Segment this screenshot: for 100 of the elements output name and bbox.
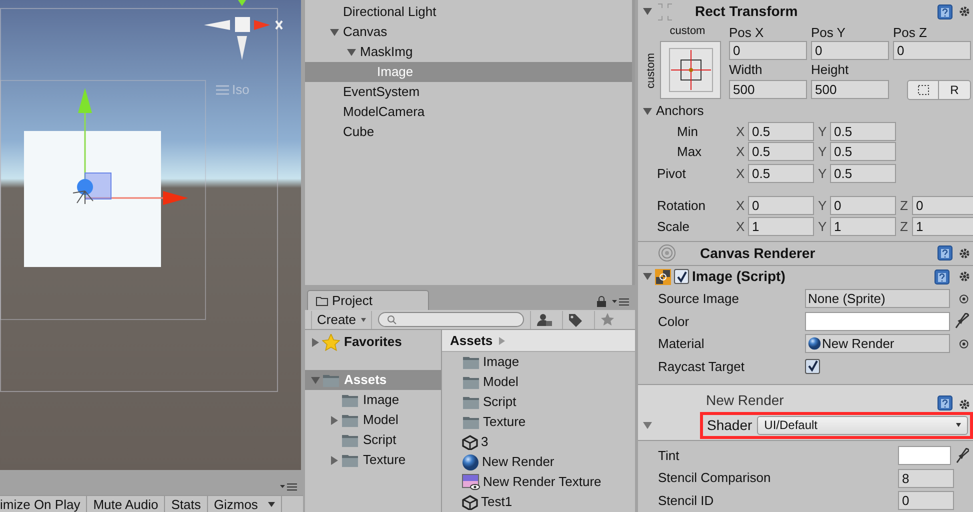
gear-icon bbox=[958, 270, 971, 284]
number-field[interactable]: 0.5 bbox=[748, 164, 814, 183]
number-field[interactable]: 0.5 bbox=[830, 164, 896, 183]
hierarchy-item[interactable]: ModelCamera bbox=[305, 102, 632, 122]
number-field[interactable]: 0 bbox=[811, 41, 889, 60]
dropdown-caret-icon bbox=[361, 318, 366, 322]
number-field[interactable]: 0 bbox=[729, 41, 807, 60]
image-eye-icon bbox=[462, 474, 480, 490]
color-swatch[interactable] bbox=[898, 446, 951, 466]
folder-icon bbox=[322, 372, 340, 388]
material-header[interactable]: New Render Shader UI/Default bbox=[638, 384, 973, 440]
number-field[interactable]: 0 bbox=[748, 196, 814, 216]
hierarchy-item[interactable]: EventSystem bbox=[305, 82, 632, 102]
dropdown-caret-icon bbox=[268, 502, 275, 506]
component-title: Image (Script) bbox=[692, 267, 786, 286]
number-field[interactable]: 0.5 bbox=[830, 142, 896, 161]
expanded-arrow-icon bbox=[643, 420, 652, 430]
panel-menu-icon bbox=[612, 298, 629, 306]
object-field[interactable]: None (Sprite) bbox=[805, 289, 950, 308]
number-field[interactable]: 0.5 bbox=[830, 122, 896, 142]
search-field[interactable] bbox=[378, 312, 524, 327]
breadcrumb-arrow-icon bbox=[498, 336, 505, 344]
asset-item[interactable]: New Render Texture bbox=[442, 472, 635, 492]
gear-icon bbox=[958, 246, 971, 260]
number-field[interactable]: 0.5 bbox=[748, 142, 814, 161]
axis-label: X bbox=[736, 197, 746, 216]
folder-tree-item[interactable]: Script bbox=[305, 430, 441, 450]
folder-tree-item[interactable]: Image bbox=[305, 390, 441, 410]
number-field[interactable]: 0 bbox=[912, 196, 973, 216]
folder-icon bbox=[462, 354, 480, 370]
create-button[interactable]: Create bbox=[311, 310, 372, 328]
component-title: Canvas Renderer bbox=[700, 244, 816, 263]
number-field[interactable]: 0 bbox=[898, 491, 954, 510]
number-field[interactable]: 0.5 bbox=[748, 122, 814, 142]
folder-icon bbox=[316, 296, 328, 306]
cube-logo-icon bbox=[462, 434, 478, 450]
gear-icon bbox=[958, 5, 971, 18]
folder-tree-item[interactable]: Model bbox=[305, 410, 441, 430]
asset-item[interactable]: Texture bbox=[442, 412, 635, 432]
project-tab[interactable]: Project bbox=[307, 290, 429, 310]
axis-label: Y bbox=[818, 123, 828, 141]
blueprint-mode-button[interactable] bbox=[907, 80, 939, 100]
axis-label: X bbox=[736, 164, 746, 183]
component-title: Rect Transform bbox=[695, 2, 798, 22]
asset-item[interactable]: Test1 bbox=[442, 492, 635, 512]
toolbar-button[interactable]: Mute Audio bbox=[87, 496, 166, 512]
shader-dropdown[interactable]: UI/Default bbox=[757, 416, 968, 435]
raw-edit-button[interactable]: R bbox=[939, 80, 971, 100]
dropdown-caret-icon bbox=[956, 423, 961, 428]
lock-icon bbox=[597, 296, 606, 307]
sphere-icon bbox=[462, 454, 479, 470]
number-field[interactable]: 0 bbox=[830, 196, 896, 216]
axis-label: X bbox=[736, 123, 746, 141]
field-label: Max bbox=[676, 142, 703, 161]
search-icon bbox=[387, 314, 398, 324]
hierarchy-item[interactable]: Cube bbox=[305, 122, 632, 142]
component-header[interactable]: Canvas Renderer bbox=[638, 242, 973, 266]
eyedropper-icon bbox=[956, 448, 969, 464]
folder-tree-item[interactable]: Texture bbox=[305, 450, 441, 470]
rect-tool-icon bbox=[655, 2, 675, 21]
object-field[interactable]: New Render bbox=[805, 334, 950, 354]
folder-tree-item[interactable]: Favorites bbox=[305, 332, 441, 352]
hierarchy-item[interactable]: MaskImg bbox=[305, 42, 632, 62]
preset-label: custom bbox=[646, 52, 658, 88]
number-field[interactable]: 500 bbox=[811, 80, 889, 100]
collapsed-arrow-icon bbox=[311, 338, 320, 346]
asset-item[interactable]: Image bbox=[442, 352, 635, 372]
help-icon bbox=[934, 268, 950, 285]
number-field[interactable]: 8 bbox=[898, 468, 954, 488]
eyedropper-icon bbox=[955, 313, 969, 330]
toolbar-button[interactable]: Stats bbox=[165, 496, 208, 512]
field-label: Rotation bbox=[656, 197, 706, 216]
toolbar-button[interactable]: Gizmos bbox=[208, 496, 282, 512]
menu-icon bbox=[216, 84, 229, 95]
asset-item[interactable]: New Render bbox=[442, 452, 635, 472]
asset-item[interactable]: Model bbox=[442, 372, 635, 392]
asset-item[interactable]: Script bbox=[442, 392, 635, 412]
number-field[interactable]: 1 bbox=[748, 217, 814, 236]
number-field[interactable]: 1 bbox=[912, 217, 973, 236]
field-label: Source Image bbox=[657, 290, 740, 308]
foldout-header[interactable]: Anchors bbox=[638, 100, 973, 122]
enable-checkbox[interactable] bbox=[674, 269, 689, 284]
axis-label: X bbox=[736, 142, 746, 161]
field-label: Height bbox=[811, 61, 850, 80]
hierarchy-item[interactable]: Canvas bbox=[305, 22, 632, 42]
field-label: Width bbox=[729, 61, 764, 80]
star-icon bbox=[322, 334, 340, 350]
checkbox[interactable] bbox=[805, 358, 820, 374]
anchor-preset-button[interactable] bbox=[660, 41, 721, 100]
number-field[interactable]: 0 bbox=[893, 41, 971, 60]
number-field[interactable]: 500 bbox=[729, 80, 807, 100]
toolbar-button[interactable]: imize On Play bbox=[0, 496, 88, 512]
folder-icon bbox=[341, 412, 359, 428]
hierarchy-item[interactable]: Directional Light bbox=[305, 2, 632, 22]
asset-item[interactable]: 3 bbox=[442, 432, 635, 452]
component-header[interactable]: Image (Script) bbox=[638, 266, 973, 288]
number-field[interactable]: 1 bbox=[830, 217, 896, 236]
field-label: Color bbox=[657, 312, 690, 331]
color-swatch[interactable] bbox=[805, 312, 950, 331]
component-header[interactable]: Rect Transform bbox=[638, 0, 973, 24]
